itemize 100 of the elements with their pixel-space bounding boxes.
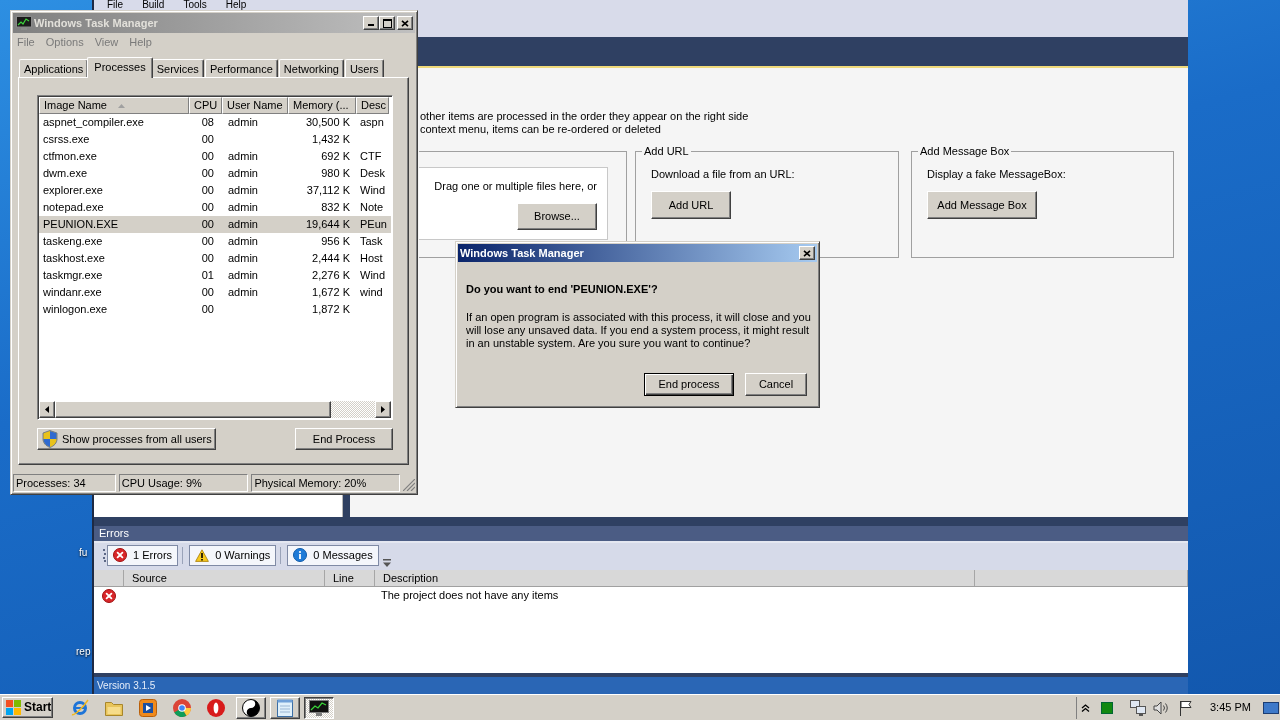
overflow-icon[interactable]	[382, 559, 391, 567]
status-field: Processes: 34	[13, 474, 116, 492]
chevron-up-icon[interactable]	[1081, 703, 1090, 712]
speaker-icon[interactable]	[1153, 700, 1169, 715]
square-status-icon[interactable]	[1101, 701, 1113, 714]
column-header[interactable]: Source	[124, 570, 325, 586]
maximize-button[interactable]	[379, 16, 395, 30]
table-cell-text: 2,444 K	[311, 251, 351, 266]
filter-button[interactable]: 0 Warnings	[189, 544, 277, 566]
window-title: Windows Task Manager	[34, 16, 158, 30]
size-grip-icon[interactable]	[403, 479, 415, 491]
process-row[interactable]: csrss.exe 00 1,432 K	[39, 131, 391, 148]
process-row[interactable]: winlogon.exe 00 1,872 K	[39, 301, 391, 318]
tab[interactable]: Performance	[204, 59, 278, 77]
dialog-button[interactable]: Cancel	[745, 373, 807, 396]
action-button[interactable]: Add Message Box	[927, 191, 1037, 219]
close-icon	[803, 249, 811, 257]
column-header[interactable]: Memory (...	[288, 97, 356, 114]
tab[interactable]: Users	[344, 59, 384, 77]
scrollbar-thumb[interactable]	[55, 401, 331, 418]
column-header[interactable]: CPU	[189, 97, 222, 114]
flag-icon[interactable]	[1179, 699, 1193, 716]
table-cell-text: explorer.exe	[42, 183, 104, 198]
table-cell-text: 00	[200, 285, 215, 300]
drop-hint-text: Drag one or multiple files here, or	[434, 180, 597, 193]
table-cell-text: admin	[227, 200, 259, 215]
yin-yang-icon	[242, 698, 260, 717]
process-row[interactable]: windanr.exe 00 admin 1,672 K wind	[39, 284, 391, 301]
column-header[interactable]: Desc	[356, 97, 389, 114]
menu-item[interactable]: Help	[225, 0, 247, 10]
table-cell-text: 01	[200, 268, 215, 283]
minimize-button[interactable]	[363, 16, 379, 30]
window-title: Windows Task Manager	[460, 246, 584, 260]
close-button[interactable]	[799, 246, 815, 260]
process-row[interactable]: taskmgr.exe 01 admin 2,276 K Wind	[39, 267, 391, 284]
table-cell-text: 00	[200, 302, 215, 317]
table-cell-text: wind	[359, 285, 384, 300]
tab[interactable]: Services	[151, 59, 204, 77]
column-header[interactable]: Line	[325, 570, 375, 586]
table-cell-text: csrss.exe	[42, 132, 91, 147]
maximize-icon	[382, 18, 392, 28]
table-cell-text: 1,672 K	[311, 285, 351, 300]
menu-item[interactable]: Build	[142, 0, 165, 10]
browse-button[interactable]: Browse...	[517, 203, 597, 230]
process-row[interactable]: ctfmon.exe 00 admin 692 K CTF	[39, 148, 391, 165]
globe-icon[interactable]	[71, 698, 89, 717]
process-row[interactable]: notepad.exe 00 admin 832 K Note	[39, 199, 391, 216]
tab[interactable]: Networking	[278, 59, 344, 77]
process-row[interactable]: aspnet_compiler.exe 08 admin 30,500 K aspn	[39, 114, 391, 131]
tab[interactable]: Applications	[19, 59, 89, 77]
table-cell-text: 37,112 K	[305, 183, 351, 198]
table-cell-text: 692 K	[320, 149, 351, 164]
column-header[interactable]: User Name	[222, 97, 288, 114]
process-row[interactable]: taskhost.exe 00 admin 2,444 K Host	[39, 250, 391, 267]
network-icon[interactable]	[1130, 699, 1146, 716]
tab[interactable]: Processes	[87, 57, 153, 78]
drop-zone[interactable]: Drag one or multiple files here, or Browse...	[419, 167, 608, 240]
play-icon[interactable]	[139, 698, 157, 717]
status-field: CPU Usage: 9%	[118, 474, 249, 492]
menu-item[interactable]: File	[107, 0, 124, 10]
scroll-right-button[interactable]	[375, 401, 391, 418]
action-button[interactable]: Add URL	[651, 191, 731, 219]
show-all-users-button[interactable]: Show processes from all users	[37, 428, 216, 450]
start-button[interactable]: Start	[2, 697, 53, 718]
table-cell-text: 1,872 K	[311, 302, 351, 317]
close-button[interactable]	[397, 16, 413, 30]
menu-item[interactable]: Tools	[183, 0, 207, 10]
icon-label[interactable]: fu	[79, 547, 88, 559]
filter-button[interactable]: 0 Messages	[287, 544, 379, 566]
table-cell-text: admin	[227, 166, 259, 181]
scroll-left-button[interactable]	[39, 401, 55, 418]
table-cell-text: aspn	[359, 115, 385, 130]
table-cell-text: The project does not have any items	[380, 588, 560, 603]
filter-button[interactable]: 1 Errors	[107, 544, 179, 566]
column-header[interactable]: Image Name	[39, 97, 189, 114]
wheel-icon[interactable]	[173, 698, 191, 717]
table-cell-text: 00	[200, 149, 215, 164]
process-row[interactable]: taskeng.exe 00 admin 956 K Task	[39, 233, 391, 250]
panel-header: Errors	[94, 526, 1188, 541]
table-cell-text: Task	[359, 234, 384, 249]
table-cell-text: taskmgr.exe	[42, 268, 104, 283]
task-button[interactable]	[304, 696, 334, 719]
end-process-button[interactable]: End Process	[295, 428, 393, 450]
shield-icon	[42, 430, 58, 448]
table-cell-text: Desk	[359, 166, 387, 181]
desktop-icon[interactable]	[1262, 701, 1279, 714]
table-cell-text: notepad.exe	[42, 200, 105, 215]
group-title: Add Message Box	[919, 145, 1011, 158]
process-row[interactable]: dwm.exe 00 admin 980 K Desk	[39, 165, 391, 182]
table-cell-text: Wind	[359, 268, 387, 283]
table-cell-text: Host	[359, 251, 384, 266]
process-row[interactable]: explorer.exe 00 admin 37,112 K Wind	[39, 182, 391, 199]
process-row[interactable]: PEUNION.EXE 00 admin 19,644 K PEun	[39, 216, 391, 233]
ring-icon[interactable]	[207, 698, 225, 717]
column-header[interactable]: Description	[375, 570, 975, 586]
icon-label[interactable]: rep	[76, 646, 91, 658]
dialog-question: Do you want to end 'PEUNION.EXE'?	[466, 283, 659, 296]
table-cell-text: PEun	[359, 217, 388, 232]
dialog-button[interactable]: End process	[644, 373, 734, 396]
folder-icon[interactable]	[105, 699, 123, 716]
